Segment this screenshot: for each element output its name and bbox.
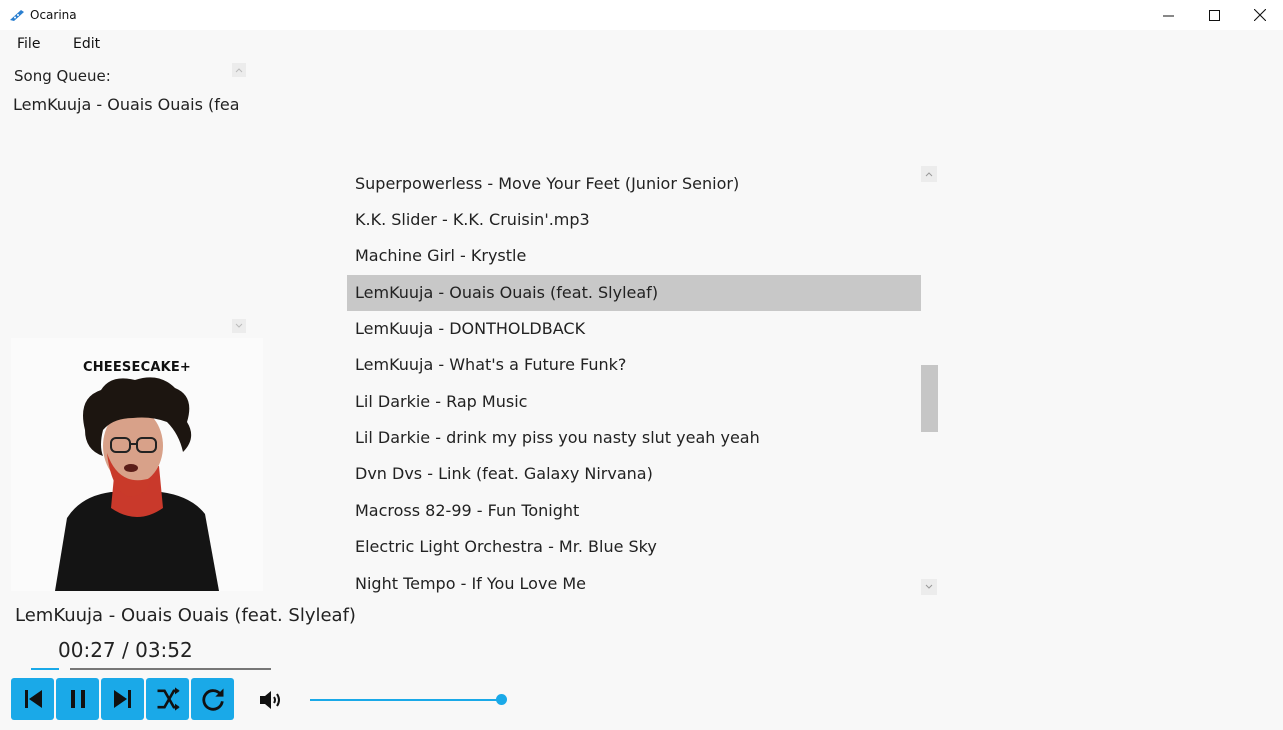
now-playing-title: LemKuuja - Ouais Ouais (feat. Slyleaf) [15,605,356,626]
repeat-button[interactable] [191,678,234,720]
song-queue-label: Song Queue: [14,67,111,85]
playlist-item[interactable]: Night Tempo - If You Love Me [347,566,921,602]
playlist-item[interactable]: Lil Darkie - drink my piss you nasty slu… [347,420,921,456]
playlist-scroll-down-button[interactable] [921,579,937,595]
playlist-item-label: Lil Darkie - drink my piss you nasty slu… [355,428,760,447]
playlist-item-label: Superpowerless - Move Your Feet (Junior … [355,174,740,193]
playlist-item[interactable]: K.K. Slider - K.K. Cruisin'.mp3 [347,202,921,238]
playback-time: 00:27 / 03:52 [58,638,193,662]
shuffle-button[interactable] [146,678,189,720]
volume-icon[interactable] [258,688,284,712]
playlist-item-label: Dvn Dvs - Link (feat. Galaxy Nirvana) [355,464,653,483]
playlist-item[interactable]: Lil Darkie - Rap Music [347,384,921,420]
minimize-button[interactable] [1145,0,1191,30]
maximize-icon [1208,9,1220,21]
skip-previous-icon [24,690,42,708]
close-button[interactable] [1237,0,1283,30]
pause-icon [70,690,85,708]
menu-file[interactable]: File [17,36,40,52]
menu-bar: File Edit [0,30,1283,58]
title-bar: Ocarina [0,0,1283,30]
seek-handle[interactable] [58,667,70,671]
playlist-scroll-up-button[interactable] [921,166,937,182]
playlist-item-label: LemKuuja - What's a Future Funk? [355,355,627,374]
volume-slider[interactable] [310,699,502,701]
album-art: CHEESECAKE+ [11,338,263,591]
skip-next-icon [113,690,131,708]
playlist-item[interactable]: Dvn Dvs - Link (feat. Galaxy Nirvana) [347,456,921,492]
chevron-down-icon [235,323,243,328]
maximize-button[interactable] [1191,0,1237,30]
album-portrait [55,377,219,591]
playlist-item-label: Machine Girl - Krystle [355,246,527,265]
playlist-item-label: K.K. Slider - K.K. Cruisin'.mp3 [355,210,590,229]
queue-scroll-up-button[interactable] [232,63,246,77]
seek-bar-fill [31,668,60,670]
playlist-item-label: Lil Darkie - Rap Music [355,392,528,411]
ocarina-icon [9,7,25,23]
menu-edit[interactable]: Edit [73,36,100,52]
playlist-item[interactable]: LemKuuja - What's a Future Funk? [347,347,921,383]
volume-slider-handle[interactable] [496,694,507,705]
repeat-icon [201,688,224,711]
playlist-item-label: Night Tempo - If You Love Me [355,574,587,593]
playlist-item-label: LemKuuja - DONTHOLDBACK [355,319,586,338]
previous-button[interactable] [11,678,54,720]
playlist-item[interactable]: Electric Light Orchestra - Mr. Blue Sky [347,529,921,565]
queue-scroll-down-button[interactable] [232,319,246,333]
playlist-item[interactable]: LemKuuja - DONTHOLDBACK [347,311,921,347]
playlist-item-label: LemKuuja - Ouais Ouais (feat. Slyleaf) [355,283,659,302]
playlist-item[interactable]: Machine Girl - Krystle [347,238,921,274]
close-icon [1254,9,1266,21]
chevron-down-icon [925,584,933,589]
playlist-item[interactable]: Macross 82-99 - Fun Tonight [347,493,921,529]
playlist-item[interactable]: LemKuuja - Ouais Ouais (feat. Slyleaf) [347,275,921,311]
playlist-scrollbar-thumb[interactable] [921,365,938,432]
playlist-item[interactable]: Superpowerless - Move Your Feet (Junior … [347,166,921,202]
next-button[interactable] [101,678,144,720]
playlist-item-label: Electric Light Orchestra - Mr. Blue Sky [355,537,657,556]
window-title: Ocarina [30,8,77,22]
pause-button[interactable] [56,678,99,720]
queue-item[interactable]: LemKuuja - Ouais Ouais (feat [13,95,238,114]
seek-bar[interactable] [31,667,271,671]
shuffle-icon [157,687,180,711]
minimize-icon [1162,15,1174,16]
chevron-up-icon [925,172,933,177]
chevron-up-icon [235,68,243,73]
playlist-item-label: Macross 82-99 - Fun Tonight [355,501,580,520]
